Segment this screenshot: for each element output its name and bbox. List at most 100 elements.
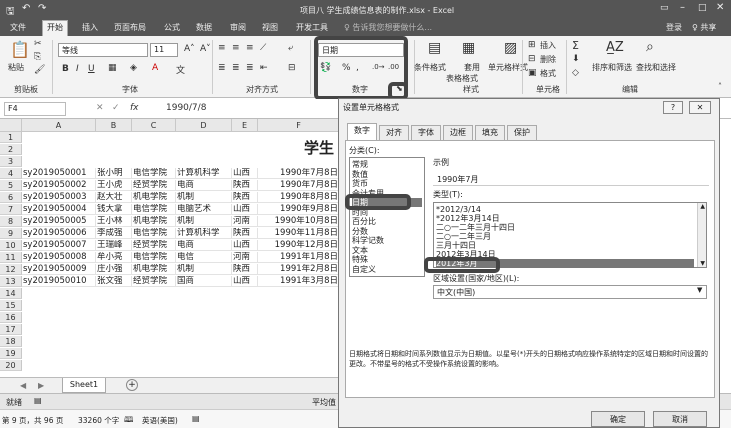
column-header-a[interactable]: A <box>22 119 96 132</box>
tell-me-search[interactable]: ♀ 告诉我您想要做什么... <box>344 22 432 33</box>
format-cells-icon[interactable]: ▣ <box>528 68 537 78</box>
undo-icon[interactable]: ↶ <box>22 3 30 14</box>
sort-filter-label[interactable]: 排序和筛选 <box>592 62 632 73</box>
row-header[interactable]: 12 <box>0 264 22 275</box>
tab-formulas[interactable]: 公式 <box>164 22 180 33</box>
name-box[interactable]: F4 <box>4 102 66 116</box>
table-cell[interactable]: 张文强 <box>96 276 132 287</box>
type-item[interactable]: 三月十四日 <box>436 241 476 250</box>
dialog-tab-number[interactable]: 数字 <box>347 123 377 140</box>
add-sheet-button[interactable]: + <box>126 379 138 391</box>
column-header-d[interactable]: D <box>176 119 232 132</box>
table-cell[interactable]: 计算机科学 <box>176 168 232 179</box>
table-cell[interactable]: 计算机科学 <box>176 228 232 239</box>
row-header[interactable]: 7 <box>0 204 22 215</box>
row-header[interactable]: 10 <box>0 240 22 251</box>
row-header[interactable]: 8 <box>0 216 22 227</box>
insert-cells-icon[interactable]: ⊞ <box>528 40 536 50</box>
category-item[interactable]: 货币 <box>352 179 368 188</box>
paste-icon[interactable]: 📋 <box>10 40 30 59</box>
table-cell[interactable]: 庄小强 <box>96 264 132 275</box>
paste-label[interactable]: 粘贴 <box>8 62 24 73</box>
cut-icon[interactable]: ✂ <box>34 39 42 49</box>
row-header[interactable]: 15 <box>0 300 22 311</box>
table-cell[interactable]: 王瑞峰 <box>96 240 132 251</box>
format-painter-icon[interactable]: 🖌 <box>34 65 45 75</box>
row-header[interactable]: 14 <box>0 288 22 299</box>
save-icon[interactable]: 🖫 <box>6 4 15 21</box>
row-header[interactable]: 11 <box>0 252 22 263</box>
copy-icon[interactable]: ⎘ <box>34 52 41 62</box>
sort-filter-icon[interactable]: A̲Z <box>606 40 624 55</box>
confirm-entry-icon[interactable]: ✓ <box>112 103 120 113</box>
table-cell[interactable]: 1990年10月8日 <box>258 216 340 227</box>
column-header-b[interactable]: B <box>96 119 132 132</box>
tab-insert[interactable]: 插入 <box>82 22 98 33</box>
table-cell[interactable]: 1990年8月8日 <box>258 192 340 203</box>
align-center-icon[interactable]: ≣ <box>232 63 240 73</box>
bold-button[interactable]: B <box>62 64 69 74</box>
type-item[interactable]: *2012年3月14日 <box>436 214 500 223</box>
dialog-tab-alignment[interactable]: 对齐 <box>379 125 409 140</box>
autosum-icon[interactable]: Σ <box>572 39 579 52</box>
table-cell[interactable]: 陕西 <box>232 192 258 203</box>
find-select-label[interactable]: 查找和选择 <box>636 62 676 73</box>
font-name-select[interactable]: 等线 <box>58 43 148 57</box>
dialog-tab-font[interactable]: 字体 <box>411 125 441 140</box>
row-header[interactable]: 3 <box>0 156 22 167</box>
shrink-font-icon[interactable]: A˅ <box>200 44 211 54</box>
table-cell[interactable]: 山西 <box>232 240 258 251</box>
sheet-tab-sheet1[interactable]: Sheet1 <box>62 378 106 393</box>
dialog-tab-border[interactable]: 边框 <box>443 125 473 140</box>
table-cell[interactable]: 电商 <box>176 240 232 251</box>
locale-dropdown-icon[interactable]: ▼ <box>697 286 702 294</box>
tab-data[interactable]: 数据 <box>196 22 212 33</box>
tab-view[interactable]: 视图 <box>262 22 278 33</box>
conditional-format-label[interactable]: 条件格式 <box>414 62 446 73</box>
table-cell[interactable]: 河南 <box>232 216 258 227</box>
conditional-format-icon[interactable]: ▤ <box>428 40 441 56</box>
table-cell[interactable]: 陕西 <box>232 180 258 191</box>
collapse-ribbon-icon[interactable]: ˄ <box>718 82 722 91</box>
orientation-icon[interactable]: ⟋ <box>260 43 266 53</box>
insert-cells-label[interactable]: 插入 <box>540 40 556 51</box>
wrap-text-icon[interactable]: ⤶ <box>288 43 293 53</box>
table-cell[interactable]: 钱大拿 <box>96 204 132 215</box>
table-cell[interactable]: 1990年7月8日 <box>258 180 340 191</box>
table-cell[interactable]: 陕西 <box>232 228 258 239</box>
indent-icon[interactable]: ⇤ <box>260 63 268 73</box>
table-cell[interactable]: 1991年2月8日 <box>258 264 340 275</box>
category-item[interactable]: 百分比 <box>352 217 376 226</box>
category-item[interactable]: 文本 <box>352 246 368 255</box>
row-header[interactable]: 20 <box>0 360 22 371</box>
cell-style-icon[interactable]: ▨ <box>504 40 517 56</box>
table-cell[interactable]: 电信 <box>176 252 232 263</box>
category-item[interactable]: 分数 <box>352 227 368 236</box>
table-cell[interactable]: 电信学院 <box>132 168 176 179</box>
align-right-icon[interactable]: ≣ <box>246 63 254 73</box>
scroll-down-icon[interactable]: ▼ <box>700 260 705 267</box>
table-cell[interactable]: sy2019050008 <box>22 252 96 263</box>
format-cells-label[interactable]: 格式 <box>540 68 556 79</box>
italic-button[interactable]: I <box>76 64 79 74</box>
tab-file[interactable]: 文件 <box>10 22 26 33</box>
ok-button[interactable]: 确定 <box>591 411 645 427</box>
table-cell[interactable]: 1990年11月8日 <box>258 228 340 239</box>
table-cell[interactable]: 机电学院 <box>132 216 176 227</box>
table-cell[interactable]: 1990年12月8日 <box>258 240 340 251</box>
table-cell[interactable]: 电脑艺术 <box>176 204 232 215</box>
dialog-tab-protection[interactable]: 保护 <box>507 125 537 140</box>
select-all-corner[interactable] <box>0 119 22 132</box>
table-cell[interactable]: 牟小亮 <box>96 252 132 263</box>
table-format-label-1[interactable]: 套用 <box>464 62 480 73</box>
formula-value[interactable]: 1990/7/8 <box>166 103 206 113</box>
table-cell[interactable]: 机制 <box>176 264 232 275</box>
category-item[interactable]: 常规 <box>352 160 368 169</box>
table-format-label-2[interactable]: 表格格式 <box>446 73 478 84</box>
cancel-entry-icon[interactable]: ✕ <box>96 103 104 113</box>
table-cell[interactable]: 电商 <box>176 180 232 191</box>
type-item[interactable]: 二○一二年三月 <box>436 232 491 241</box>
category-item[interactable]: 特殊 <box>352 255 368 264</box>
fill-icon[interactable]: ⬇ <box>572 54 580 64</box>
tab-home[interactable]: 开始 <box>42 20 68 36</box>
